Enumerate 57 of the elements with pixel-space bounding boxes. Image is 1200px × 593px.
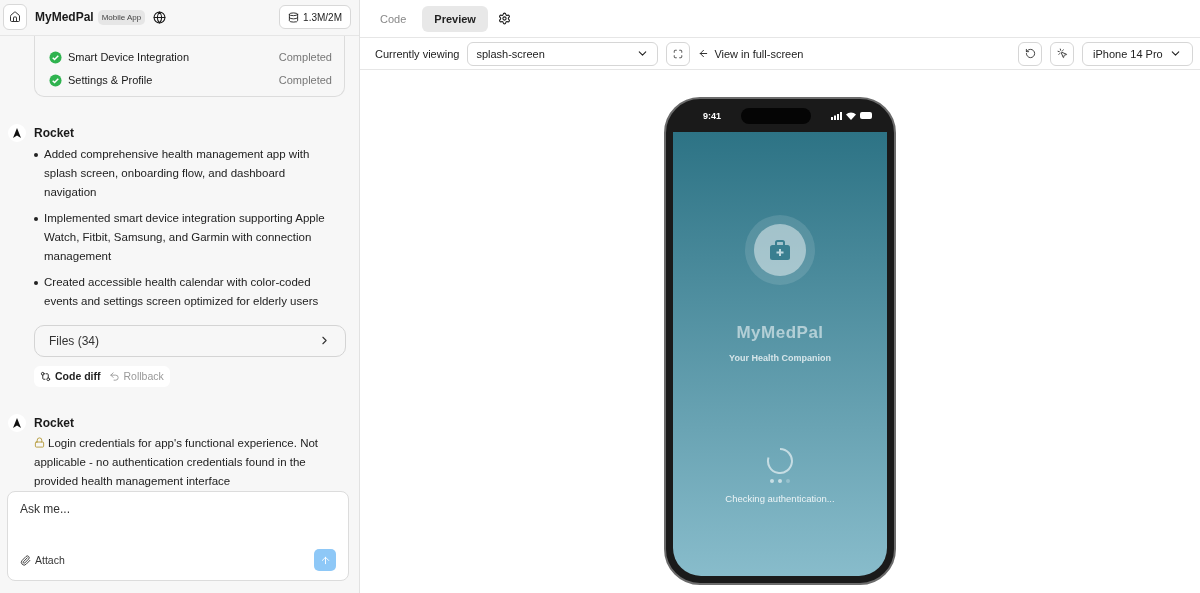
code-diff-button[interactable]: Code diff	[40, 370, 101, 383]
home-icon	[9, 11, 21, 24]
compare-icon	[40, 371, 51, 382]
refresh-icon	[1024, 48, 1036, 59]
globe-icon[interactable]	[153, 11, 167, 24]
screen-select[interactable]: splash-screen	[467, 41, 659, 66]
app-name: MyMedPal	[736, 323, 824, 343]
bullet-text: Created accessible health calendar with color-coded events and settings screen optimized for elderly users	[44, 275, 320, 309]
bullet-dot	[34, 281, 38, 285]
wifi-icon	[846, 111, 856, 120]
pointer-click-icon	[1056, 48, 1068, 59]
rocket-logo-icon	[12, 128, 22, 138]
signal-icon	[831, 111, 842, 120]
arrow-left-icon	[698, 48, 710, 59]
message-composer[interactable]: Ask me... Attach	[7, 491, 349, 581]
database-icon	[288, 12, 300, 23]
home-button[interactable]	[3, 4, 27, 31]
expand-icon	[673, 48, 684, 59]
check-circle-icon	[49, 51, 62, 64]
paperclip-icon	[20, 554, 31, 566]
task-name: Settings & Profile	[68, 74, 153, 87]
lock-icon	[34, 437, 45, 448]
device-select[interactable]: iPhone 14 Pro	[1082, 41, 1193, 66]
attach-button[interactable]: Attach	[20, 554, 65, 566]
medical-bag-icon	[769, 240, 791, 260]
tab[interactable]: Code	[368, 5, 419, 32]
undo-icon	[108, 371, 120, 382]
settings-icon[interactable]	[497, 12, 511, 25]
task-status: Completed	[278, 51, 332, 64]
arrow-up-icon	[319, 554, 331, 566]
project-type-badge: Mobile App	[97, 10, 146, 25]
usage-button[interactable]: 1.3M/2M	[279, 5, 351, 30]
task-name: Smart Device Integration	[68, 51, 190, 64]
bullet-dot	[34, 217, 38, 221]
files-button[interactable]: Files (34)	[34, 325, 346, 357]
author-name: Rocket	[34, 126, 74, 140]
loading-status-text: Checking authentication...	[725, 493, 835, 504]
refresh-button[interactable]	[1018, 41, 1042, 66]
pointer-button[interactable]	[1050, 41, 1074, 66]
viewing-label: Currently viewing	[375, 47, 460, 60]
message-text: Login credentials for app's functional experience. Not applicable - no authentication credentials found in the provided health management interface	[34, 436, 320, 489]
bullet-text: Added comprehensive health management app with splash screen, onboarding flow, and dashboard navigation	[44, 147, 311, 200]
check-circle-icon	[49, 74, 62, 87]
project-name: MyMedPal	[35, 10, 94, 25]
rocket-logo-icon	[12, 418, 22, 428]
task-status: Completed	[278, 74, 332, 87]
loading-dots-icon	[770, 479, 790, 483]
author-name: Rocket	[34, 416, 74, 430]
bullet-dot	[34, 153, 38, 157]
full-screen-link[interactable]: View in full-screen	[698, 47, 804, 60]
battery-icon	[860, 112, 873, 119]
tab[interactable]: Preview	[422, 5, 488, 32]
loading-spinner-icon	[766, 447, 794, 475]
status-time: 9:41	[703, 110, 721, 121]
bullet-text: Implemented smart device integration supporting Apple Watch, Fitbit, Samsung, and Garmin with connection management	[44, 211, 326, 264]
app-tagline: Your Health Companion	[729, 353, 831, 363]
fullscreen-button[interactable]	[666, 41, 691, 66]
